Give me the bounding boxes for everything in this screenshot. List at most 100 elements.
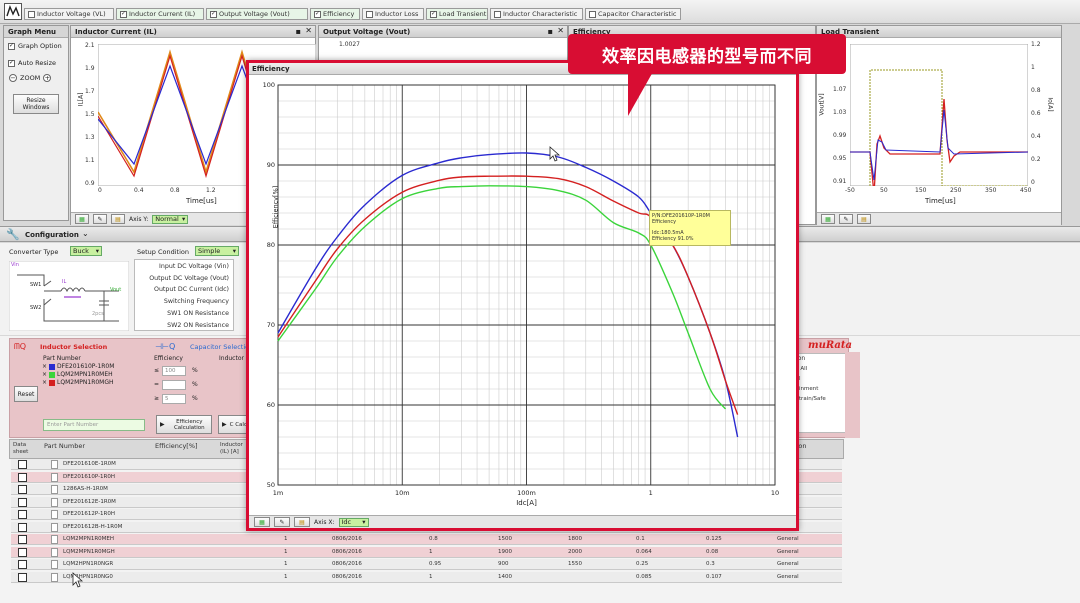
- selected-part-item[interactable]: × LQM2MPN1R0MEH: [42, 371, 113, 378]
- save-icon[interactable]: ▤: [857, 214, 871, 224]
- il-xtick: 1.2: [206, 187, 216, 194]
- selected-part-item[interactable]: × LQM2MPN1R0MGH: [42, 379, 114, 386]
- file-icon[interactable]: [51, 572, 58, 582]
- axis-y-label: Axis Y:: [129, 215, 149, 223]
- tab-label: Capacitor Characteristic: [598, 10, 677, 18]
- wrench-icon: 🔧: [6, 228, 20, 241]
- table-row[interactable]: LQM2MPN1R0MEH 1 0806/2016 0.8 1500 1800 0.1 0.1…: [11, 534, 842, 545]
- save-icon[interactable]: ▤: [111, 214, 125, 224]
- axis-y-value: Normal: [155, 215, 179, 223]
- il-ytick: 1.1: [85, 157, 95, 164]
- graph-icon[interactable]: ▦: [75, 214, 89, 224]
- axis-y-select[interactable]: Normal ▾: [152, 214, 189, 224]
- checkbox-icon: ✓: [430, 10, 437, 18]
- remove-icon[interactable]: ×: [42, 379, 47, 386]
- remove-icon[interactable]: ×: [42, 363, 47, 370]
- remove-icon[interactable]: ×: [42, 371, 47, 378]
- operator-icon: =: [154, 381, 160, 388]
- close-icon[interactable]: ✕: [305, 26, 312, 35]
- window-icon[interactable]: ▪: [548, 27, 553, 36]
- tab-label: Output Voltage (Vout): [219, 10, 290, 18]
- reset-button[interactable]: Reset: [14, 386, 38, 402]
- settings-icon[interactable]: ✎: [839, 214, 853, 224]
- efficiency-input[interactable]: 100: [162, 366, 186, 376]
- selected-part-item[interactable]: × DFE201610P-1R0M: [42, 363, 114, 370]
- banner-pointer: [628, 70, 654, 116]
- table-cell: 1400: [498, 573, 512, 580]
- mouse-cursor-icon: [549, 146, 561, 162]
- pdf-icon[interactable]: [18, 460, 27, 469]
- table-row[interactable]: LQM2HPN1R0NGR 1 0806/2016 0.95 900 1550 0.25 0.…: [11, 559, 842, 570]
- axis-x-select[interactable]: Idc ▾: [338, 517, 369, 527]
- graph-option-checkbox[interactable]: ✓ Graph Option: [8, 42, 62, 50]
- efficiency-input[interactable]: 5: [162, 394, 186, 404]
- file-icon[interactable]: [51, 560, 58, 569]
- pdf-icon[interactable]: [18, 510, 27, 519]
- pdf-icon[interactable]: [18, 485, 27, 494]
- chevron-down-icon: ▾: [181, 215, 186, 223]
- calc-button[interactable]: ▶ C Calc: [218, 415, 248, 434]
- part-number-input[interactable]: Enter Part Number: [43, 419, 145, 431]
- tooltip-eff: Efficiency 91.0%: [652, 235, 694, 242]
- resize-windows-button[interactable]: Resize Windows: [13, 94, 59, 114]
- efficiency-input[interactable]: [162, 380, 186, 390]
- save-icon[interactable]: ▤: [294, 517, 310, 527]
- file-icon[interactable]: [51, 510, 58, 519]
- il-ytick: 1.7: [85, 88, 95, 95]
- scrollbar[interactable]: [845, 352, 860, 438]
- tab-5[interactable]: ✓ Load Transient: [426, 8, 488, 20]
- efficiency-calculation-button[interactable]: ▶ Efficiency Calculation: [156, 415, 212, 434]
- lt-x-label: Time[us]: [925, 197, 956, 205]
- pdf-icon[interactable]: [18, 472, 27, 482]
- file-icon[interactable]: [51, 535, 58, 544]
- tab-0[interactable]: Inductor Voltage (VL): [24, 8, 114, 20]
- tab-3[interactable]: ✓ Efficiency: [310, 8, 360, 20]
- part-number-cell: LQM2HPN1R0NGR: [63, 561, 114, 567]
- zoom-in-icon[interactable]: +: [43, 74, 52, 82]
- pdf-icon[interactable]: [18, 497, 27, 507]
- sw2-label: SW2: [30, 305, 42, 311]
- capacitor-selection-icon: ⊣⊢Q: [155, 342, 176, 351]
- file-icon[interactable]: [51, 547, 58, 557]
- lt-xtick: 150: [915, 187, 927, 194]
- auto-resize-checkbox[interactable]: ✓ Auto Resize: [8, 59, 56, 67]
- il-x-label: Time[us]: [186, 197, 217, 205]
- inductor-current-title: Inductor Current (IL): [71, 26, 315, 38]
- tab-2[interactable]: ✓ Output Voltage (Vout): [206, 8, 308, 20]
- condition-field-label: Switching Frequency: [163, 298, 229, 306]
- converter-type-select[interactable]: Buck ▾: [70, 246, 102, 256]
- inductor-selection-title[interactable]: Inductor Selection: [40, 343, 107, 351]
- file-icon[interactable]: [51, 460, 58, 469]
- collapse-icon[interactable]: ⌄: [82, 229, 89, 238]
- graph-icon[interactable]: ▦: [821, 214, 835, 224]
- file-icon[interactable]: [51, 472, 58, 482]
- part-number-header: Part Number: [43, 355, 81, 362]
- table-row[interactable]: LQM2HPN1R0NG0 1 0806/2016 1 1400 0.085 0.107 Ge…: [11, 571, 842, 583]
- table-row[interactable]: LQM2MPN1R0MGH 1 0806/2016 1 1900 2000 0.064 0.0…: [11, 546, 842, 558]
- file-icon[interactable]: [51, 497, 58, 507]
- close-icon[interactable]: ✕: [557, 26, 564, 35]
- table-cell: General: [777, 573, 799, 580]
- app-logo-icon[interactable]: [4, 3, 22, 20]
- pdf-icon[interactable]: [18, 535, 27, 544]
- pdf-icon[interactable]: [18, 572, 27, 582]
- window-icon[interactable]: ▪: [296, 27, 301, 36]
- tab-7[interactable]: Capacitor Characteristic: [585, 8, 681, 20]
- capacitor-selection-tab[interactable]: Capacitor Selection: [190, 343, 253, 351]
- graph-icon[interactable]: ▦: [254, 517, 270, 527]
- pdf-icon[interactable]: [18, 560, 27, 569]
- tab-4[interactable]: Inductor Loss: [362, 8, 424, 20]
- settings-icon[interactable]: ✎: [93, 214, 107, 224]
- vout-y-label: Vout[V]: [818, 93, 826, 116]
- file-icon[interactable]: [51, 522, 58, 532]
- file-icon[interactable]: [51, 485, 58, 494]
- pdf-icon[interactable]: [18, 522, 27, 532]
- pdf-icon[interactable]: [18, 547, 27, 557]
- y-tick-label: 100: [263, 81, 275, 89]
- tab-6[interactable]: Inductor Characteristic: [490, 8, 583, 20]
- lt-ytick: 0.99: [833, 132, 847, 139]
- zoom-out-icon[interactable]: −: [9, 74, 17, 82]
- settings-icon[interactable]: ✎: [274, 517, 290, 527]
- tab-1[interactable]: ✓ Inductor Current (IL): [116, 8, 204, 20]
- setup-condition-select[interactable]: Simple ▾: [195, 246, 239, 256]
